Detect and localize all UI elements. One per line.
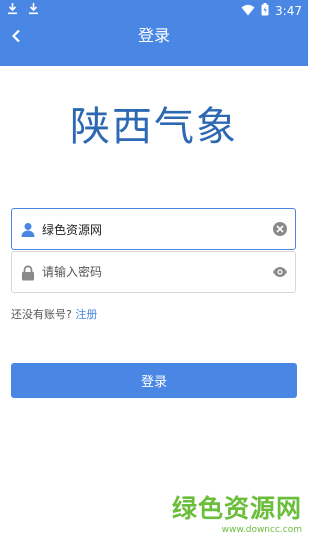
watermark: 绿色资源网 www.downcc.com (172, 494, 302, 536)
password-input[interactable] (42, 252, 262, 292)
password-field[interactable] (11, 251, 296, 293)
download-icon (7, 2, 18, 18)
account-input[interactable] (42, 209, 262, 249)
page-title: 登录 (137, 26, 170, 45)
account-field[interactable] (11, 208, 296, 250)
clear-icon[interactable] (272, 221, 288, 237)
battery-icon (261, 1, 269, 20)
login-button[interactable]: 登录 (11, 363, 297, 398)
eye-icon[interactable] (272, 264, 288, 280)
person-icon (21, 222, 35, 238)
download-icon (28, 2, 39, 18)
wifi-icon (241, 1, 255, 20)
toolbar: 登录 (0, 19, 308, 66)
status-time: 3:47 (275, 3, 302, 18)
status-bar: 3:47 (0, 0, 308, 19)
app-bar: 3:47 登录 (0, 0, 308, 66)
watermark-text: 绿色资源网 (171, 494, 302, 523)
app-logo: 陕西气象 (70, 104, 238, 150)
signup-link[interactable]: 注册 (75, 308, 97, 321)
watermark-url: www.downcc.com (221, 525, 302, 535)
signup-prompt: 还没有账号? (11, 308, 72, 321)
signup-row: 还没有账号? 注册 (11, 307, 97, 323)
lock-icon (21, 265, 35, 281)
